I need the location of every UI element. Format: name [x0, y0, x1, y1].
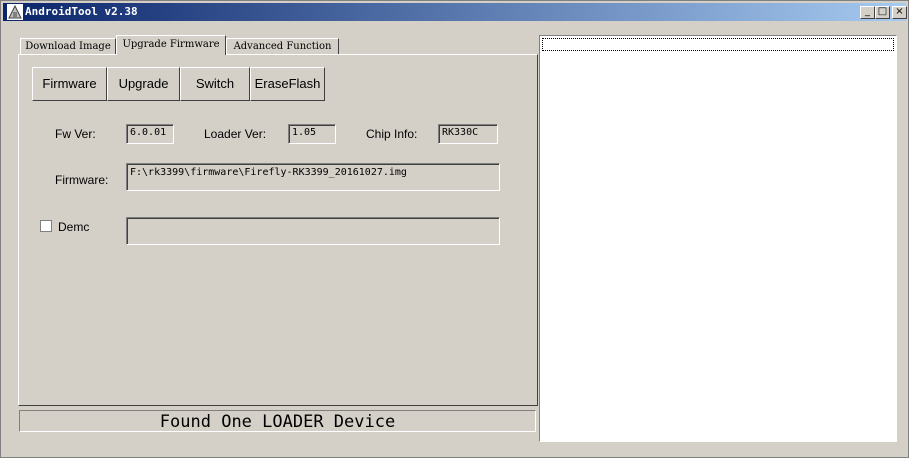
- loader-ver-label: Loader Ver:: [204, 127, 267, 141]
- maximize-button[interactable]: □: [875, 6, 890, 19]
- demo-checkbox[interactable]: [40, 220, 52, 232]
- loader-ver-field: 1.05: [288, 124, 336, 144]
- app-icon: [7, 4, 23, 20]
- title-bar[interactable]: AndroidTool v2.38 _ □ ×: [3, 3, 907, 21]
- window-title: AndroidTool v2.38: [25, 5, 138, 18]
- chip-info-label: Chip Info:: [366, 127, 418, 141]
- firmware-button[interactable]: Firmware: [32, 67, 107, 101]
- demo-label: Demc: [58, 220, 90, 234]
- status-bar: Found One LOADER Device: [19, 410, 536, 432]
- tab-upgrade-firmware[interactable]: Upgrade Firmware: [116, 35, 226, 55]
- demo-input[interactable]: [126, 217, 500, 245]
- tab-advanced-function[interactable]: Advanced Function: [226, 38, 339, 55]
- firmware-label: Firmware:: [55, 173, 109, 187]
- log-panel[interactable]: [539, 35, 897, 442]
- switch-button[interactable]: Switch: [180, 67, 250, 101]
- erase-flash-button[interactable]: EraseFlash: [250, 67, 325, 101]
- log-focus-line: [542, 38, 894, 51]
- fw-ver-label: Fw Ver:: [55, 127, 96, 141]
- app-window: AndroidTool v2.38 _ □ × Download Image U…: [0, 0, 909, 458]
- chip-info-field: RK330C: [438, 124, 498, 144]
- upgrade-button[interactable]: Upgrade: [107, 67, 180, 101]
- minimize-button[interactable]: _: [860, 6, 875, 19]
- close-button[interactable]: ×: [892, 6, 907, 19]
- tab-download-image[interactable]: Download Image: [20, 38, 116, 55]
- firmware-path-field: F:\rk3399\firmware\Firefly-RK3399_201610…: [126, 163, 500, 191]
- fw-ver-field: 6.0.01: [126, 124, 174, 144]
